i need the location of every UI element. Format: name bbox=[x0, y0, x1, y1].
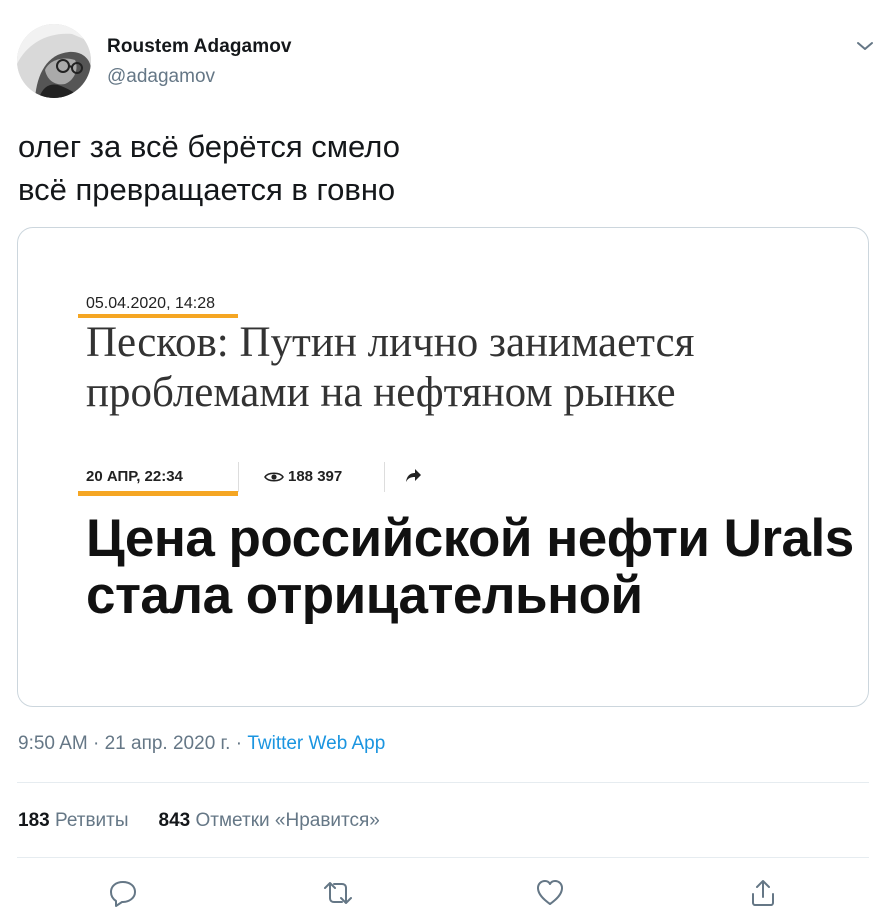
retweets-stat[interactable]: 183 Ретвиты bbox=[18, 810, 129, 832]
likes-label: Отметки «Нравится» bbox=[195, 810, 380, 831]
likes-count: 843 bbox=[158, 810, 191, 831]
tweet-image-card[interactable]: 05.04.2020, 14:28 Песков: Путин лично за… bbox=[17, 227, 869, 707]
retweet-icon[interactable] bbox=[322, 878, 352, 908]
avatar[interactable] bbox=[17, 24, 91, 98]
eye-icon bbox=[264, 471, 284, 482]
news2-views-count: 188 397 bbox=[288, 468, 343, 485]
like-icon[interactable] bbox=[535, 878, 565, 908]
retweets-count: 183 bbox=[18, 810, 50, 831]
divider bbox=[384, 462, 385, 492]
reply-icon[interactable] bbox=[108, 878, 138, 908]
divider bbox=[238, 462, 239, 492]
news2-views: 188 397 bbox=[264, 468, 342, 485]
likes-stat[interactable]: 843 Отметки «Нравится» bbox=[159, 810, 380, 832]
chevron-down-icon[interactable] bbox=[853, 34, 877, 58]
tweet-header: Roustem Adagamov @adagamov bbox=[17, 24, 877, 100]
news1-date: 05.04.2020, 14:28 bbox=[86, 295, 216, 312]
tweet-text: олег за всё берётся смело всё превращает… bbox=[18, 129, 400, 207]
divider bbox=[17, 782, 869, 783]
tweet-source-link[interactable]: Twitter Web App bbox=[247, 733, 385, 754]
tweet-time[interactable]: 9:50 AM · 21 апр. 2020 г. · bbox=[18, 733, 247, 754]
divider bbox=[17, 857, 869, 858]
user-handle[interactable]: @adagamov bbox=[107, 66, 215, 88]
news2-date: 20 АПР, 22:34 bbox=[86, 468, 183, 485]
share-arrow-icon bbox=[402, 465, 422, 489]
share-icon[interactable] bbox=[748, 878, 778, 908]
retweets-label: Ретвиты bbox=[54, 810, 129, 831]
news2-headline: Цена российской нефти Urals стала отрица… bbox=[86, 509, 854, 625]
news1-headline: Песков: Путин лично занимается проблемам… bbox=[86, 319, 695, 416]
tweet-stats: 183 Ретвиты 843 Отметки «Нравится» bbox=[18, 810, 380, 832]
tweet-actions bbox=[0, 868, 888, 918]
user-name[interactable]: Roustem Adagamov bbox=[107, 36, 292, 58]
tweet-timestamp: 9:50 AM · 21 апр. 2020 г. · Twitter Web … bbox=[18, 733, 385, 755]
news2-date-underline bbox=[78, 491, 238, 496]
